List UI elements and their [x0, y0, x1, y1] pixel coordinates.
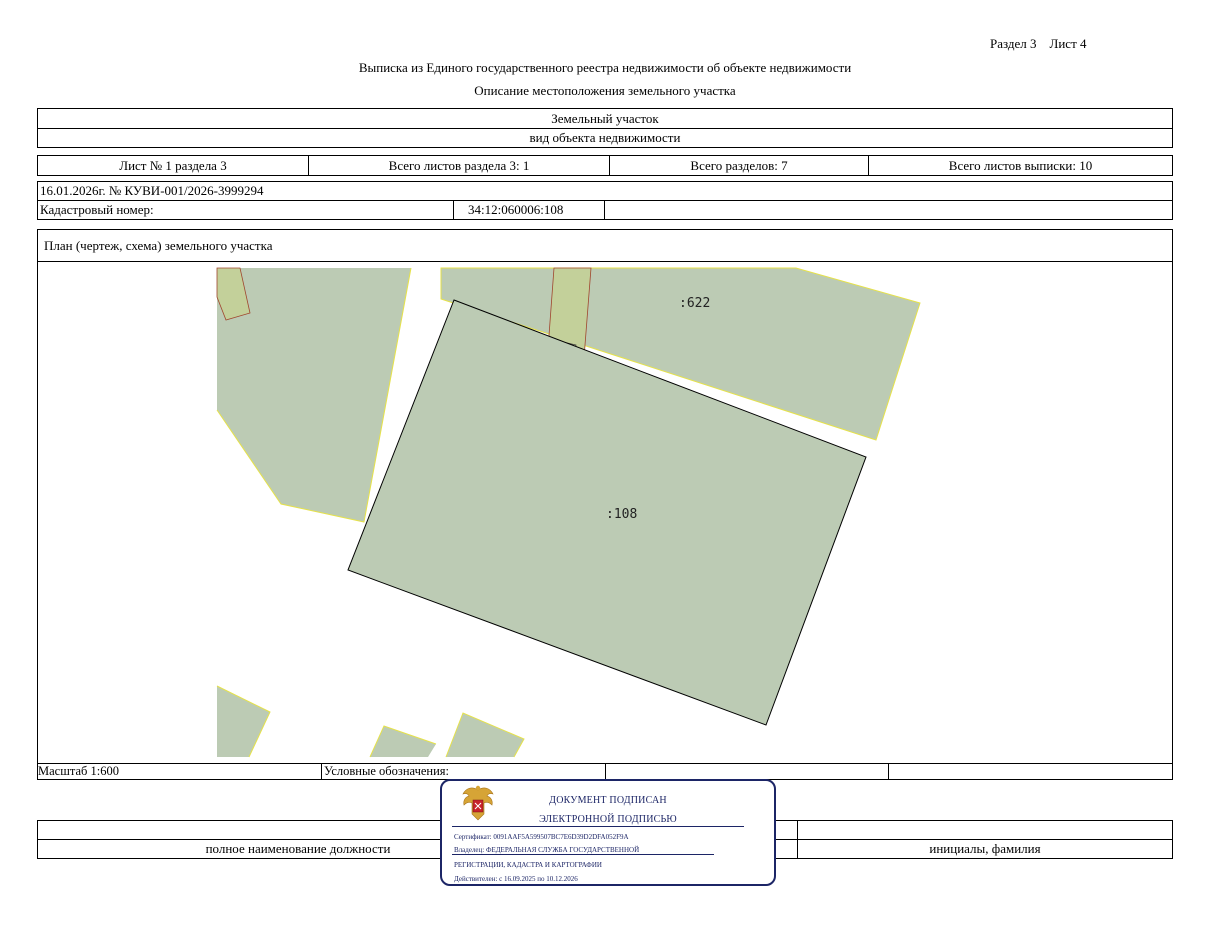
total-sections: Всего разделов: 7 [690, 157, 788, 173]
stamp-owner-2: РЕГИСТРАЦИИ, КАДАСТРА И КАРТОГРАФИИ [454, 861, 602, 869]
electronic-signature-stamp: ДОКУМЕНТ ПОДПИСАН ЭЛЕКТРОННОЙ ПОДПИСЬЮ С… [440, 779, 776, 886]
stamp-line-1: ДОКУМЕНТ ПОДПИСАН [549, 795, 667, 806]
neighbor-parcel-lower-right [446, 713, 524, 757]
document-subtitle: Описание местоположения земельного участ… [474, 83, 736, 98]
stamp-owner-1: Владелец: ФЕДЕРАЛЬНАЯ СЛУЖБА ГОСУДАРСТВЕ… [454, 846, 640, 854]
scale-legend-row: Масштаб 1:600 Условные обозначения: [37, 763, 1173, 780]
sheets-info-row: Лист № 1 раздела 3 Всего листов раздела … [37, 155, 1173, 176]
document-info-block: 16.01.2026г. № КУВИ-001/2026-3999294 Кад… [37, 181, 1173, 220]
plan-title-row: План (чертеж, схема) земельного участка [37, 229, 1173, 262]
document-title: Выписка из Единого государственного реес… [358, 60, 852, 75]
plan-drawing-area: :622 :108 [37, 261, 1173, 764]
plan-title: План (чертеж, схема) земельного участка [44, 237, 273, 253]
sheet-number: Лист № 1 раздела 3 [119, 157, 227, 173]
label-622: :622 [679, 296, 710, 311]
label-108: :108 [606, 507, 637, 522]
date-number: 16.01.2026г. № КУВИ-001/2026-3999294 [40, 183, 264, 198]
stamp-line-2: ЭЛЕКТРОННОЙ ПОДПИСЬЮ [539, 814, 677, 825]
position-label: полное наименование должности [205, 841, 391, 856]
legend-label: Условные обозначения: [324, 764, 450, 778]
total-sheets-section: Всего листов раздела 3: 1 [388, 157, 530, 173]
neighbor-parcel-lower-left [217, 686, 270, 757]
object-kind-label: вид объекта недвижимости [529, 130, 681, 145]
total-sheets-extract: Всего листов выписки: 10 [948, 157, 1093, 173]
stamp-valid: Действителен: с 16.09.2025 по 10.12.2026 [454, 875, 578, 883]
stamp-certificate: Сертификат: 0091AAF5A599507BC7E6D39D2DFA… [454, 833, 629, 841]
section-sheet-number: Раздел 3 Лист 4 [990, 36, 1087, 51]
name-label: инициалы, фамилия [929, 841, 1041, 856]
object-type-block: Земельный участок вид объекта недвижимос… [37, 108, 1173, 148]
cadastral-plan: :622 :108 [216, 267, 921, 758]
scale-label: Масштаб 1:600 [38, 764, 119, 778]
object-name: Земельный участок [551, 110, 659, 126]
neighbor-parcel-lower-middle [370, 726, 436, 757]
cadastral-number-value: 34:12:060006:108 [468, 202, 564, 217]
cadastral-number-label: Кадастровый номер: [40, 202, 154, 217]
